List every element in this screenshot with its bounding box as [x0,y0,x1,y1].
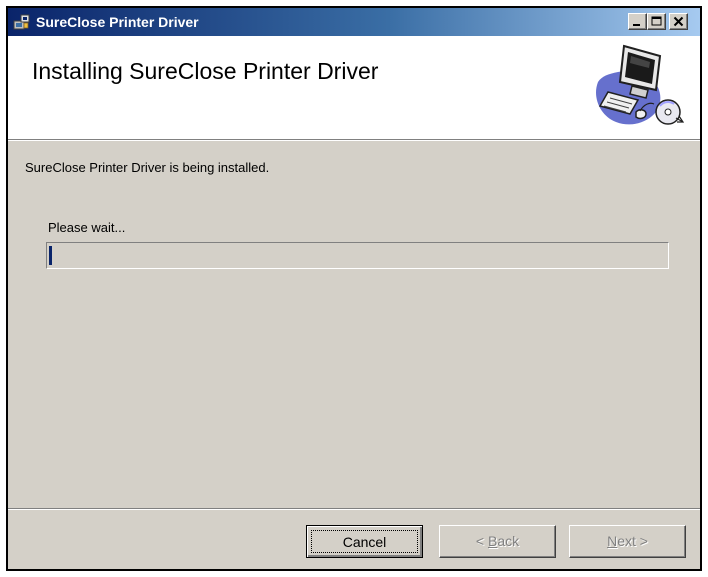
next-button-label-rest: ext > [617,533,648,549]
back-button-label-rest: ack [497,533,520,549]
window-title: SureClose Printer Driver [36,14,199,30]
close-button[interactable] [669,13,688,30]
computer-installer-icon [586,42,686,134]
please-wait-label: Please wait... [48,220,126,235]
header-banner: Installing SureClose Printer Driver [8,36,700,139]
minimize-button[interactable] [628,13,647,30]
install-status-text: SureClose Printer Driver is being instal… [25,160,270,175]
back-button-prefix: < [475,533,488,549]
page-title: Installing SureClose Printer Driver [32,58,379,84]
next-button-mnemonic: N [607,533,618,549]
install-progress-bar [46,242,669,269]
next-button[interactable]: Next > [569,525,686,558]
installer-app-icon [13,13,31,31]
maximize-button[interactable] [647,13,666,30]
footer-divider-highlight [8,509,700,510]
progress-fill [49,246,52,265]
cancel-button[interactable]: Cancel [306,525,423,558]
cancel-button-focus-rect: Cancel [311,530,418,553]
back-button-mnemonic: B [487,533,498,549]
back-button[interactable]: < Back [439,525,556,558]
cancel-button-label: Cancel [342,534,387,550]
title-bar[interactable]: SureClose Printer Driver [8,8,700,36]
header-divider-highlight [8,140,700,141]
installer-window: SureClose Printer Driver Installing Sure… [6,6,702,571]
